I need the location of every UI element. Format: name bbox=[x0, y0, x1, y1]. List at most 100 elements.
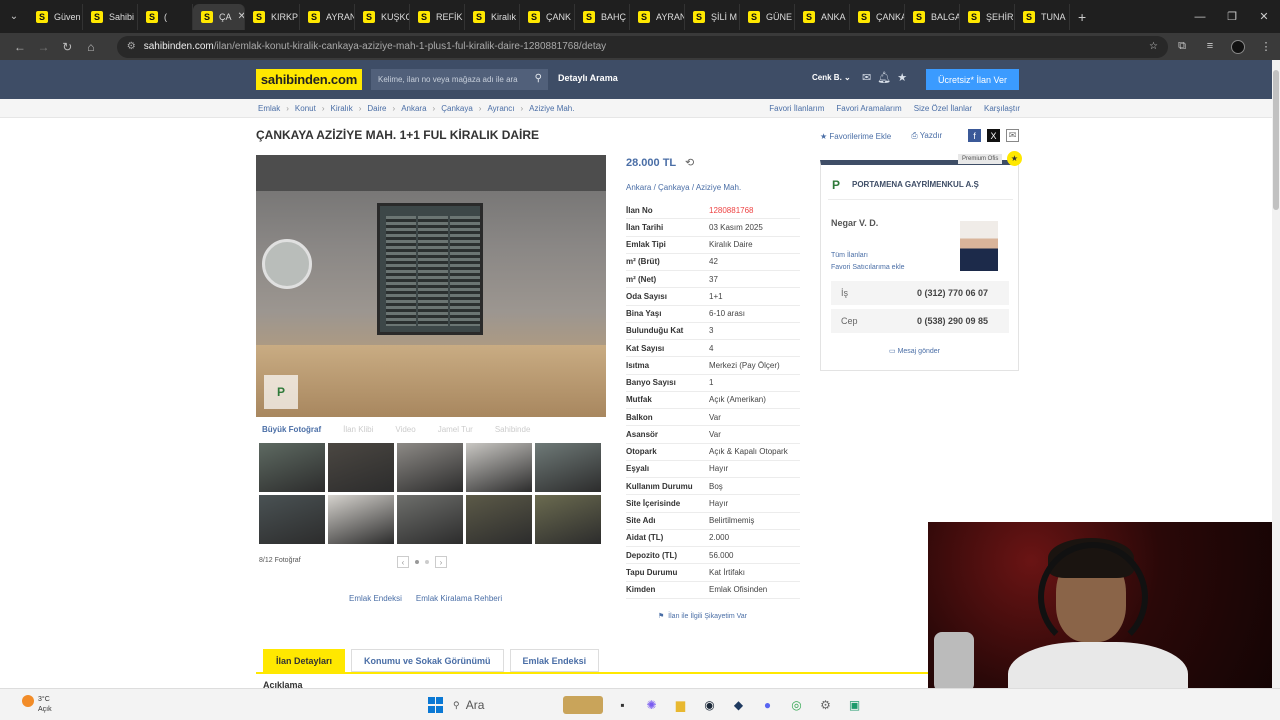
price-history-icon[interactable]: ⟲ bbox=[685, 157, 694, 169]
account-link[interactable]: Favori İlanlarım bbox=[769, 104, 824, 113]
browser-tab[interactable]: S Güven bbox=[28, 3, 83, 30]
photo-thumbnail[interactable] bbox=[328, 495, 394, 544]
gallery-tab[interactable]: İlan Klibi bbox=[343, 425, 373, 434]
breadcrumb-item[interactable]: Konut bbox=[295, 104, 316, 113]
page-dot[interactable] bbox=[425, 560, 429, 564]
print-link[interactable]: ⎙ Yazdır bbox=[911, 131, 942, 141]
x-twitter-icon[interactable]: X bbox=[987, 129, 1000, 142]
account-link[interactable]: Favori Aramalarım bbox=[836, 104, 901, 113]
post-ad-button[interactable]: Ücretsiz* İlan Ver bbox=[926, 69, 1019, 90]
browser-tab[interactable]: S ÇA ✕ bbox=[193, 3, 245, 30]
send-message-link[interactable]: ▭ Mesaj gönder bbox=[889, 347, 940, 355]
browser-tab[interactable]: S REFİK bbox=[410, 3, 465, 30]
photo-thumbnail[interactable] bbox=[466, 443, 532, 492]
user-menu[interactable]: Cenk B. ⌄ bbox=[812, 73, 851, 82]
gallery-tab[interactable]: Büyük Fotoğraf bbox=[262, 425, 321, 434]
favorites-star-icon[interactable]: ★ bbox=[897, 71, 907, 84]
app-icon[interactable]: ▣ bbox=[845, 696, 864, 714]
detail-tab[interactable]: Konumu ve Sokak Görünümü bbox=[351, 649, 504, 672]
extensions-icon[interactable]: ⧉ bbox=[1168, 40, 1196, 54]
new-tab-icon[interactable]: + bbox=[1078, 9, 1086, 25]
agency-link[interactable]: P PORTAMENA GAYRİMENKUL A.Ş bbox=[828, 176, 1013, 200]
photo-thumbnail[interactable] bbox=[397, 443, 463, 492]
browser-tab[interactable]: S Sahibi bbox=[83, 3, 138, 30]
favorite-seller-link[interactable]: Favori Satıcılarıma ekle bbox=[831, 262, 905, 274]
weather-widget[interactable]: 3°C Açık bbox=[22, 695, 52, 715]
gallery-tab[interactable]: Sahibinde bbox=[495, 425, 531, 434]
maximize-icon[interactable]: ❐ bbox=[1216, 10, 1248, 23]
facebook-icon[interactable]: f bbox=[968, 129, 981, 142]
browser-tab[interactable]: S BAHÇ bbox=[575, 3, 630, 30]
site-search-input[interactable]: Kelime, ilan no veya mağaza adı ile ara … bbox=[371, 69, 548, 90]
photo-thumbnail[interactable] bbox=[466, 495, 532, 544]
bookmark-star-icon[interactable]: ☆ bbox=[1149, 41, 1158, 52]
email-share-icon[interactable]: ✉ bbox=[1006, 129, 1019, 142]
discord-icon[interactable]: ● bbox=[758, 696, 777, 714]
breadcrumb-item[interactable]: Ankara bbox=[401, 104, 426, 113]
gallery-footer-link[interactable]: Emlak Kiralama Rehberi bbox=[416, 594, 502, 603]
page-dot-active[interactable] bbox=[415, 560, 419, 564]
menu-icon[interactable]: ⋮ bbox=[1252, 40, 1280, 54]
all-ads-link[interactable]: Tüm İlanları bbox=[831, 250, 905, 262]
gallery-footer-link[interactable]: Emlak Endeksi bbox=[349, 594, 402, 603]
site-logo[interactable]: sahibinden.com bbox=[256, 69, 362, 90]
browser-tab[interactable]: S ŞEHİR bbox=[960, 3, 1015, 30]
media-icon[interactable]: ≡ bbox=[1196, 40, 1224, 54]
browser-tab[interactable]: S ÇANK bbox=[520, 3, 575, 30]
breadcrumb-item[interactable]: Aziziye Mah. bbox=[529, 104, 574, 113]
add-favorite-link[interactable]: ★ Favorilerime Ekle bbox=[820, 132, 891, 141]
photo-thumbnail[interactable] bbox=[397, 495, 463, 544]
steam-icon[interactable]: ◉ bbox=[700, 696, 719, 714]
browser-tab[interactable]: S BALGA bbox=[905, 3, 960, 30]
chrome-icon[interactable]: ◎ bbox=[787, 696, 806, 714]
home-icon[interactable]: ⌂ bbox=[79, 40, 103, 54]
browser-tab[interactable]: S( bbox=[138, 3, 193, 30]
location-links[interactable]: Ankara / Çankaya / Aziziye Mah. bbox=[626, 183, 741, 192]
browser-tab[interactable]: S GÜNE bbox=[740, 3, 795, 30]
back-icon[interactable]: ← bbox=[8, 40, 32, 54]
breadcrumb-item[interactable]: Emlak bbox=[258, 104, 280, 113]
address-bar[interactable]: ⚙ sahibinden.com /ilan/emlak-konut-kiral… bbox=[116, 35, 1168, 58]
breadcrumb-item[interactable]: Daire bbox=[367, 104, 386, 113]
task-view-icon[interactable]: ▪ bbox=[613, 696, 632, 714]
file-explorer-icon[interactable]: ▆ bbox=[671, 696, 690, 714]
messages-icon[interactable]: ✉ bbox=[862, 71, 871, 84]
photo-thumbnail[interactable] bbox=[259, 443, 325, 492]
reload-icon[interactable]: ↻ bbox=[55, 40, 79, 54]
next-page-icon[interactable]: › bbox=[435, 556, 447, 568]
browser-tab[interactable]: S KUŞKO bbox=[355, 3, 410, 30]
page-scrollbar[interactable] bbox=[1272, 60, 1280, 688]
prev-page-icon[interactable]: ‹ bbox=[397, 556, 409, 568]
detail-tab[interactable]: Emlak Endeksi bbox=[509, 649, 600, 672]
profile-avatar[interactable] bbox=[1231, 39, 1245, 54]
photo-thumbnail[interactable] bbox=[535, 443, 601, 492]
settings-gear-icon[interactable]: ⚙ bbox=[816, 696, 835, 714]
photo-thumbnail[interactable] bbox=[259, 495, 325, 544]
browser-tab[interactable]: S ŞİLİ M bbox=[685, 3, 740, 30]
tab-close-icon[interactable]: ✕ bbox=[238, 11, 244, 22]
browser-tab[interactable]: S AYRAN bbox=[300, 3, 355, 30]
browser-tab[interactable]: S AYRAN bbox=[630, 3, 685, 30]
phone-row[interactable]: İş 0 (312) 770 06 07 bbox=[831, 281, 1009, 305]
browser-tab[interactable]: S TUNA bbox=[1015, 3, 1070, 30]
photo-thumbnail[interactable] bbox=[535, 495, 601, 544]
copilot-icon[interactable]: ✺ bbox=[642, 696, 661, 714]
search-icon[interactable]: ⚲ bbox=[535, 73, 542, 84]
browser-tab[interactable]: S Kiralık bbox=[465, 3, 520, 30]
breadcrumb-item[interactable]: Çankaya bbox=[441, 104, 473, 113]
start-windows-icon[interactable] bbox=[428, 696, 443, 714]
account-link[interactable]: Karşılaştır bbox=[984, 104, 1020, 113]
browser-tab[interactable]: S ÇANKA bbox=[850, 3, 905, 30]
phone-row[interactable]: Cep 0 (538) 290 09 85 bbox=[831, 309, 1009, 333]
site-info-icon[interactable]: ⚙ bbox=[127, 41, 136, 52]
detail-tab[interactable]: İlan Detayları bbox=[263, 649, 346, 672]
minimize-icon[interactable]: — bbox=[1184, 11, 1216, 23]
account-link[interactable]: Size Özel İlanlar bbox=[914, 104, 972, 113]
gallery-tab[interactable]: Jamel Tur bbox=[438, 425, 473, 434]
breadcrumb-item[interactable]: Ayrancı bbox=[487, 104, 514, 113]
scrollbar-thumb[interactable] bbox=[1273, 70, 1279, 210]
widgets-icon[interactable] bbox=[563, 696, 603, 714]
notifications-icon[interactable]: 🔔︎ bbox=[877, 71, 891, 84]
vscode-icon[interactable]: ◆ bbox=[729, 696, 748, 714]
breadcrumb-item[interactable]: Kiralık bbox=[330, 104, 352, 113]
